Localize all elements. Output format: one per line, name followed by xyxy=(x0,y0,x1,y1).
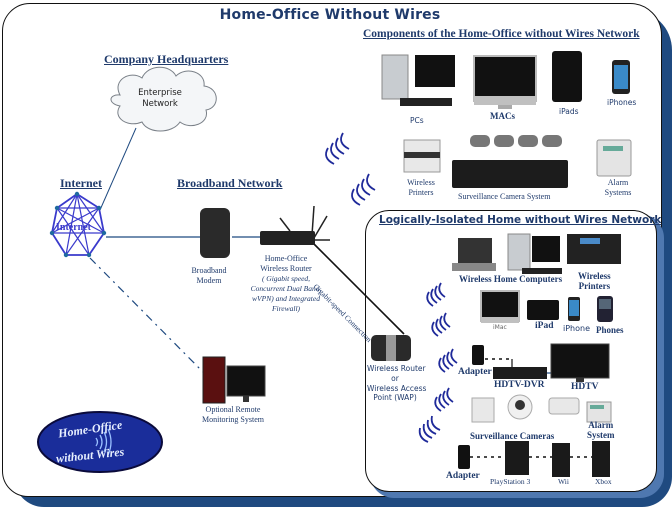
laptop-icon xyxy=(452,238,496,271)
xbox-label: Xbox xyxy=(595,477,612,486)
home-printer-icon xyxy=(567,234,621,264)
ps3-label: PlayStation 3 xyxy=(490,477,531,486)
adapter-label: Adapter xyxy=(458,367,492,377)
ip-camera-icon xyxy=(471,397,495,423)
hdtv-label: HDTV xyxy=(571,382,599,392)
box-camera-icon xyxy=(548,397,580,415)
surveillance-cameras-label: Surveillance Cameras xyxy=(470,431,555,441)
component-ipads-label: iPads xyxy=(559,107,579,116)
iphone-icon xyxy=(612,60,630,94)
adapter-icon xyxy=(472,345,484,365)
enterprise-network-label: Enterprise Network xyxy=(138,88,182,110)
adapter-2-label: Adapter xyxy=(446,471,480,481)
xbox-icon xyxy=(592,441,610,477)
alarm-icon xyxy=(596,139,632,177)
heading-internet: Internet xyxy=(60,176,102,190)
wap-label: Wireless Router or Wireless Access Point (W… xyxy=(367,364,427,403)
component-pcs-label: PCs xyxy=(410,116,424,125)
home-computers-label: Wireless Home Computers xyxy=(459,274,563,284)
dome-camera-icon xyxy=(507,394,533,420)
component-cameras-label: Surveillance Camera System xyxy=(458,192,551,201)
home-pc-icon xyxy=(507,233,562,274)
router-icon xyxy=(260,205,330,245)
modem-icon xyxy=(200,208,230,258)
router-label: Home-Office Wireless Router xyxy=(260,254,312,273)
internet-label: Internet xyxy=(56,222,91,233)
wap-icon xyxy=(371,335,411,361)
heading-isolated-network: Logically-Isolated Home without Wires Ne… xyxy=(379,214,662,226)
imac-label: iMac xyxy=(493,324,507,331)
wii-label: Wii xyxy=(558,477,569,486)
heading-broadband: Broadband Network xyxy=(177,176,283,190)
hdtv-icon xyxy=(550,343,610,382)
phone-icon xyxy=(597,296,613,322)
dvr-icon xyxy=(493,367,547,379)
imac-icon xyxy=(480,290,520,323)
adapter-2-icon xyxy=(458,445,470,469)
home-iphone-icon xyxy=(568,297,580,321)
ipad-icon xyxy=(552,51,582,102)
pc-icon xyxy=(381,54,455,106)
component-iphones-label: iPhones xyxy=(607,98,637,107)
surveillance-system-icon xyxy=(452,135,568,188)
component-macs-label: MACs xyxy=(490,111,515,121)
component-alarm-label: Alarm Systems xyxy=(604,178,632,197)
heading-components: Components of the Home-Office without Wi… xyxy=(363,28,640,40)
printer-icon xyxy=(403,139,441,173)
ps3-icon xyxy=(505,441,529,475)
dvr-label: HDTV-DVR xyxy=(494,380,545,390)
alarm-system-label: Alarm System xyxy=(587,420,615,440)
remote-monitoring-label: Optional Remote Monitoring System xyxy=(201,405,264,424)
home-alarm-icon xyxy=(586,401,612,423)
remote-monitoring-icon xyxy=(202,356,266,404)
modem-label: Broadband Modem xyxy=(191,266,227,285)
diagram-title: Home-Office Without Wires xyxy=(219,7,441,23)
home-printers-label: Wireless Printers xyxy=(578,271,611,291)
iphone-label: iPhone xyxy=(563,324,591,333)
phones-label: Phones xyxy=(596,325,624,335)
link-internet-enterprise xyxy=(99,127,137,211)
ipad-label: iPad xyxy=(535,321,554,331)
heading-company-hq: Company Headquarters xyxy=(104,52,229,66)
home-ipad-icon xyxy=(527,300,559,320)
mac-icon xyxy=(473,55,537,109)
component-printers-label: Wireless Printers xyxy=(407,178,435,197)
wii-icon xyxy=(552,443,570,477)
